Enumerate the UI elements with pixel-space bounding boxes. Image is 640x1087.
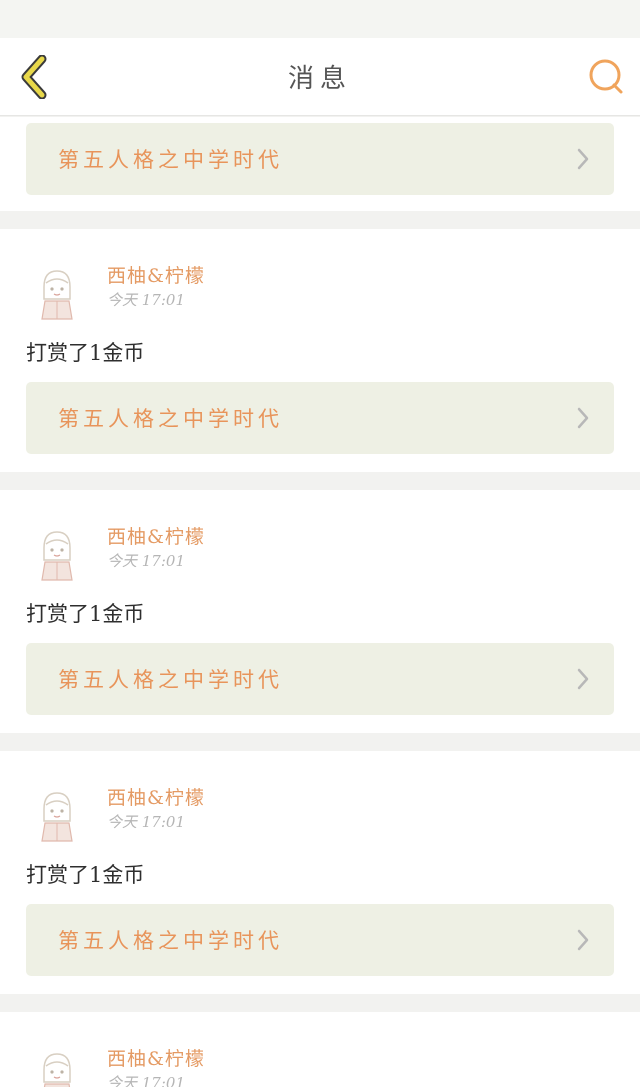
chevron-right-icon xyxy=(577,929,589,951)
back-button[interactable] xyxy=(14,52,54,102)
avatar[interactable] xyxy=(34,265,80,323)
message-feed: 第五人格之中学时代 西柚&柠檬 今天 17:01 打赏了1金币 第五人格之中学时… xyxy=(0,117,640,1087)
message-text: 打赏了1金币 xyxy=(26,341,145,365)
story-link-title: 第五人格之中学时代 xyxy=(58,929,283,953)
message-text: 打赏了1金币 xyxy=(26,863,145,887)
page-title: 消息 xyxy=(287,64,352,94)
message-header: 西柚&柠檬 今天 17:01 xyxy=(26,1012,614,1087)
avatar[interactable] xyxy=(34,787,80,845)
author-name[interactable]: 西柚&柠檬 xyxy=(107,1044,205,1071)
story-link[interactable]: 第五人格之中学时代 xyxy=(26,123,614,195)
chevron-left-icon xyxy=(21,55,47,99)
timestamp: 今天 17:01 xyxy=(107,291,185,309)
story-link[interactable]: 第五人格之中学时代 xyxy=(26,904,614,976)
chevron-right-icon xyxy=(577,668,589,690)
message-card: 西柚&柠檬 今天 17:01 xyxy=(0,1012,640,1087)
timestamp: 今天 17:01 xyxy=(107,813,185,831)
message-header: 西柚&柠檬 今天 17:01 xyxy=(26,229,614,337)
search-icon xyxy=(589,59,623,94)
search-button[interactable] xyxy=(586,56,626,96)
message-card: 第五人格之中学时代 xyxy=(0,117,640,211)
timestamp: 今天 17:01 xyxy=(107,1074,185,1087)
story-link[interactable]: 第五人格之中学时代 xyxy=(26,643,614,715)
message-card: 西柚&柠檬 今天 17:01 打赏了1金币 第五人格之中学时代 xyxy=(0,490,640,733)
author-name[interactable]: 西柚&柠檬 xyxy=(107,522,205,549)
chevron-right-icon xyxy=(577,148,589,170)
top-navigation-bar: 消息 xyxy=(0,38,640,116)
avatar[interactable] xyxy=(34,1048,80,1087)
author-name[interactable]: 西柚&柠檬 xyxy=(107,261,205,288)
story-link-title: 第五人格之中学时代 xyxy=(58,668,283,692)
author-name[interactable]: 西柚&柠檬 xyxy=(107,783,205,810)
story-link[interactable]: 第五人格之中学时代 xyxy=(26,382,614,454)
message-card: 西柚&柠檬 今天 17:01 打赏了1金币 第五人格之中学时代 xyxy=(0,751,640,994)
avatar[interactable] xyxy=(34,526,80,584)
message-header: 西柚&柠檬 今天 17:01 xyxy=(26,490,614,598)
message-text: 打赏了1金币 xyxy=(26,602,145,626)
timestamp: 今天 17:01 xyxy=(107,552,185,570)
story-link-title: 第五人格之中学时代 xyxy=(58,407,283,431)
message-header: 西柚&柠檬 今天 17:01 xyxy=(26,751,614,859)
chevron-right-icon xyxy=(577,407,589,429)
status-bar xyxy=(0,0,640,38)
message-card: 西柚&柠檬 今天 17:01 打赏了1金币 第五人格之中学时代 xyxy=(0,229,640,472)
story-link-title: 第五人格之中学时代 xyxy=(58,148,283,172)
